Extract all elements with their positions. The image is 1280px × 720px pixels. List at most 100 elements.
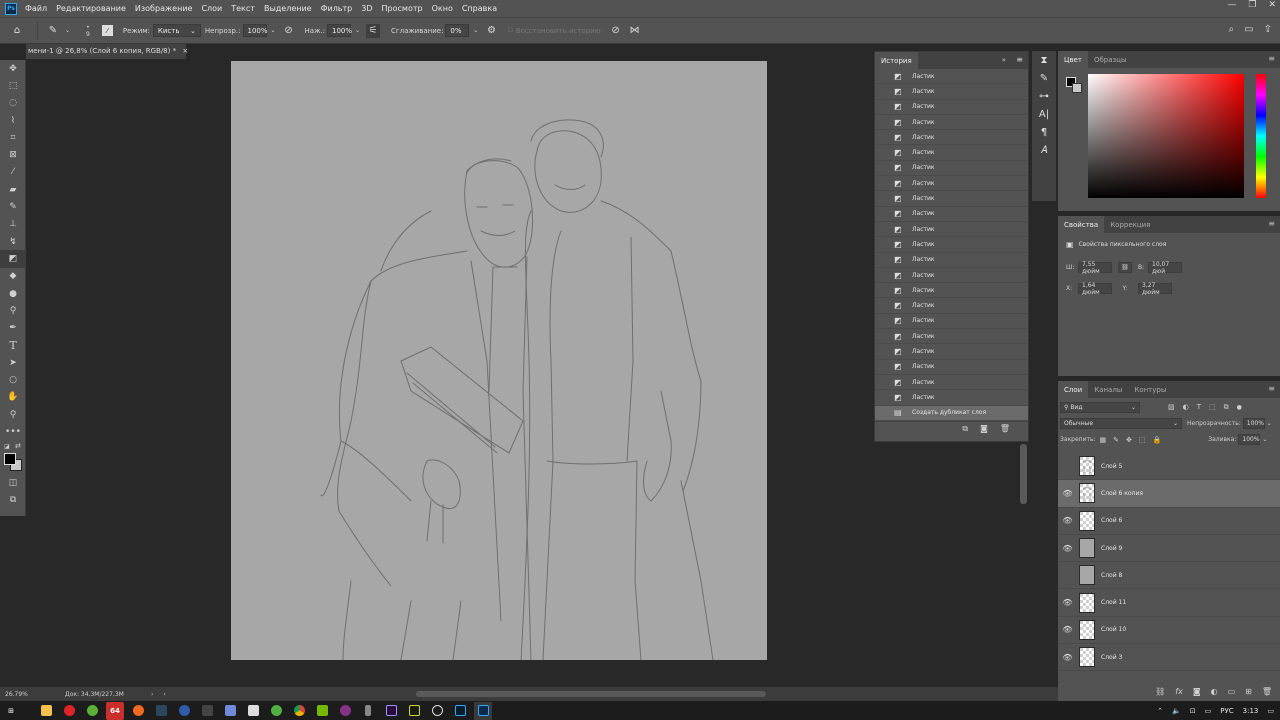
preset-chevron-icon[interactable]: ⌄ [65,27,70,34]
history-item[interactable]: ◩ Ластик [875,145,1028,161]
layer-style-icon[interactable]: fx [1175,687,1183,696]
swap-colors-icon[interactable]: ⇄ [15,442,21,450]
brush-size-picker[interactable]: • 9 [86,24,90,38]
lock-all-icon[interactable]: 🔒 [1153,436,1162,444]
width-field[interactable]: 7,55 дюйм [1078,261,1112,275]
opacity-chevron-icon[interactable]: ⌄ [271,27,276,34]
history-brush-tool-icon[interactable]: ↯ [0,233,26,250]
pressure-chevron-icon[interactable]: ⌄ [355,27,360,34]
history-item[interactable]: ◩ Ластик [875,283,1028,299]
vertical-scrollbar[interactable] [1020,444,1027,504]
premiere-icon[interactable] [382,702,400,720]
layer-filter-dropdown[interactable]: ⚲ Вид ⌄ [1060,402,1140,413]
menu-view[interactable]: Просмотр [382,4,423,13]
history-check-box[interactable] [880,286,888,294]
history-item[interactable]: ◩ Ластик [875,253,1028,268]
lightroom-icon[interactable] [451,702,469,720]
paragraph-panel-icon[interactable]: ¶ [1032,123,1056,141]
tab-properties[interactable]: Свойства [1058,216,1105,233]
pressure-opacity-icon[interactable]: ⊘ [282,24,296,38]
new-layer-icon[interactable]: ⊞ [1245,687,1252,696]
link-icon[interactable]: ⛓ [1118,262,1132,273]
scroll-left-icon[interactable]: ‹ [163,691,165,698]
history-check-box[interactable] [880,149,888,157]
history-check-box[interactable] [880,363,888,371]
history-check-box[interactable] [880,393,888,401]
lasso-tool-icon[interactable]: ◌ [0,95,26,112]
layer-opacity-chevron-icon[interactable]: ⌄ [1267,420,1272,427]
new-document-from-state-icon[interactable]: ⧉ [962,424,968,434]
photoshop-taskbar-icon[interactable] [474,701,492,720]
character-panel-icon[interactable]: A| [1032,105,1056,123]
layer-visibility-toggle[interactable]: 👁 [1058,516,1077,525]
smoothing-chevron-icon[interactable]: ⌄ [473,27,478,34]
filter-smart-icon[interactable]: ⧉ [1224,403,1229,412]
history-menu-icon[interactable]: ≡ [1016,55,1023,64]
history-item[interactable]: ◩ Ластик [875,130,1028,146]
gradient-tool-icon[interactable]: ◆ [0,268,26,285]
eraser-tool-icon[interactable]: ◩ [0,250,26,268]
history-item[interactable]: ◩ Ластик [875,161,1028,177]
history-check-box[interactable] [880,87,888,95]
pressure-field[interactable]: 100% [327,24,352,37]
layers-menu-icon[interactable]: ≡ [1268,384,1275,393]
horizontal-scrollbar[interactable] [415,691,766,697]
quick-mask-icon[interactable]: ◫ [0,475,26,492]
history-item[interactable]: ◩ Ластик [875,360,1028,375]
pen-tool-icon[interactable]: ✒ [0,319,26,336]
history-item[interactable]: ◩ Ластик [875,268,1028,284]
menu-filter[interactable]: Фильтр [321,4,353,13]
restore-icon[interactable]: ❐ [1248,0,1256,10]
history-item[interactable]: ◩ Ластик [875,390,1028,406]
workspace-icon[interactable]: ▭ [1244,24,1253,35]
add-mask-icon[interactable]: ◙ [1193,687,1201,696]
history-item[interactable]: ◩ Ластик [875,314,1028,330]
zoom-level[interactable]: 26.79% [5,691,55,698]
usb-icon[interactable] [359,702,377,720]
history-check-box[interactable] [880,179,888,187]
nvidia-icon[interactable] [313,702,331,720]
layer-opacity-field[interactable]: 100% [1242,418,1265,429]
animate-icon[interactable] [405,702,423,720]
history-item[interactable]: ◩ Ластик [875,69,1028,85]
brush-panel-icon[interactable]: ⁄ [101,25,113,36]
notepad-icon[interactable] [244,702,262,720]
adjustments-icon[interactable]: ⊶ [1032,87,1056,105]
history-item[interactable]: ◩ Ластик [875,207,1028,222]
history-item[interactable]: ◩ Ластик [875,375,1028,391]
document-tab[interactable]: мени-1 @ 26,8% (Слой 6 копия, RGB/8) * × [26,44,188,59]
clock-app-icon[interactable] [428,702,446,720]
foreground-color-swatch[interactable] [4,452,16,465]
menu-edit[interactable]: Редактирование [56,4,126,13]
history-check-box[interactable] [880,195,888,203]
type-tool-icon[interactable]: T [0,337,26,354]
history-check-box[interactable] [880,72,888,80]
history-check-box[interactable] [880,409,888,417]
layer-row[interactable]: 👁 Слой 3 [1058,644,1280,672]
screen-mode-icon[interactable]: ⧉ [0,492,26,509]
tab-paths[interactable]: Контуры [1128,381,1172,398]
new-group-icon[interactable]: ▭ [1228,687,1236,696]
clock[interactable]: 3:13 [1243,707,1259,715]
volume-icon[interactable]: 🔈 [1172,707,1181,715]
history-check-box[interactable] [880,332,888,340]
epic-icon[interactable] [198,702,216,720]
minimize-icon[interactable]: — [1227,0,1236,10]
history-check-box[interactable] [880,118,888,126]
layer-row[interactable]: Слой 5 [1058,453,1280,481]
gog-icon[interactable] [336,702,354,720]
history-check-box[interactable] [880,256,888,264]
collapse-icon[interactable]: » [1002,56,1006,64]
discord-icon[interactable] [221,702,239,720]
stamp-tool-icon[interactable]: ⊥ [0,216,26,233]
network-icon[interactable]: ⊡ [1190,707,1196,715]
smoothing-settings-icon[interactable]: ⚙ [484,24,498,38]
home-icon[interactable]: ⌂ [10,24,24,38]
menu-layers[interactable]: Слои [201,4,222,13]
origin-icon[interactable] [129,702,147,720]
history-item[interactable]: ◩ Ластик [875,298,1028,314]
search-icon[interactable]: ⌕ [1229,24,1235,35]
frame-tool-icon[interactable]: ⊠ [0,146,26,163]
filter-shape-icon[interactable]: ⬚ [1209,403,1216,412]
y-field[interactable]: 3,27 дюйм [1138,282,1172,296]
